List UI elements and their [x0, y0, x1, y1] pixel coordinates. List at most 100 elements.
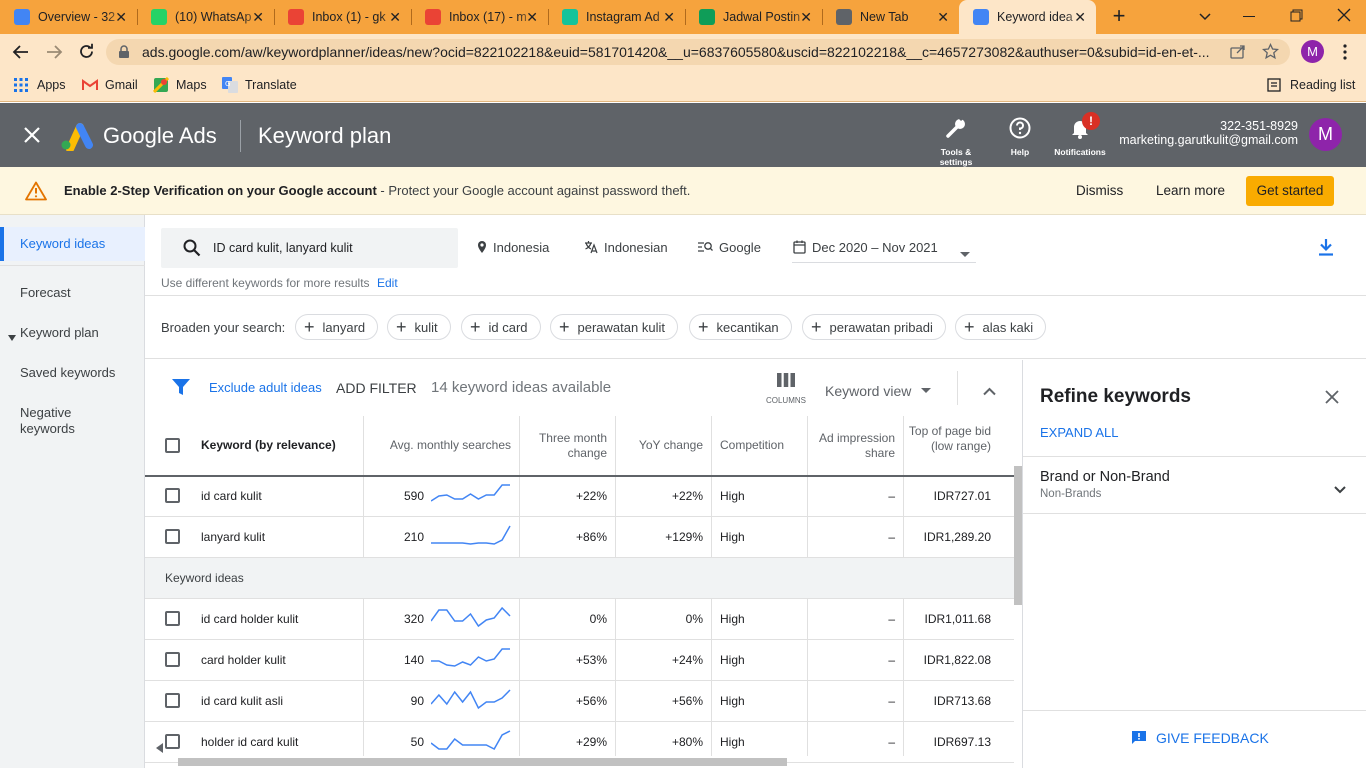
exclude-adult-filter[interactable]: Exclude adult ideas — [209, 380, 322, 395]
nav-keyword-plan[interactable]: Keyword plan — [0, 325, 145, 345]
tab-close-icon[interactable]: ✕ — [526, 9, 538, 25]
nav-negative-keywords[interactable]: Negative keywords — [0, 405, 145, 439]
row-checkbox[interactable] — [165, 693, 180, 708]
row-checkbox[interactable] — [165, 734, 180, 749]
header-three-month-change[interactable]: Three month change — [523, 431, 607, 461]
tab-close-icon[interactable]: ✕ — [115, 9, 127, 25]
language-selector[interactable]: Indonesian — [584, 240, 668, 258]
header-bottom-border — [145, 475, 1014, 477]
help-button[interactable]: Help — [1004, 117, 1036, 157]
broaden-chip[interactable]: + perawatan kulit — [550, 314, 678, 340]
share-icon[interactable] — [1230, 44, 1246, 60]
browser-tab[interactable]: Inbox (17) - m ✕ — [411, 0, 548, 34]
download-icon[interactable] — [1318, 238, 1334, 256]
trend-sparkline — [431, 689, 511, 710]
filter-icon[interactable] — [172, 379, 190, 396]
broaden-chip[interactable]: + id card — [461, 314, 541, 340]
scroll-left-icon[interactable] — [156, 740, 164, 753]
columns-button[interactable]: COLUMNS — [762, 373, 810, 407]
browser-menu-icon[interactable] — [1343, 44, 1347, 60]
header-yoy-change[interactable]: YoY change — [619, 438, 703, 453]
learn-more-button[interactable]: Learn more — [1156, 183, 1225, 198]
nav-keyword-ideas[interactable]: Keyword ideas — [0, 227, 145, 261]
back-icon[interactable] — [12, 44, 30, 60]
account-avatar[interactable]: M — [1309, 118, 1342, 151]
header-ad-impression-share[interactable]: Ad impression share — [811, 431, 895, 461]
keyword-cell: id card kulit asli — [201, 694, 284, 708]
plus-icon: + — [811, 317, 822, 337]
trend-sparkline — [431, 607, 511, 628]
browser-tab-strip: Overview - 32 ✕ (10) WhatsAp ✕ Inbox (1) - g… — [0, 0, 1366, 34]
row-divider — [145, 598, 1014, 599]
nav-forecast[interactable]: Forecast — [0, 285, 145, 305]
location-selector[interactable]: Indonesia — [477, 240, 549, 258]
bookmark-star-icon[interactable] — [1261, 42, 1280, 60]
date-range-selector[interactable]: Dec 2020 – Nov 2021 — [792, 232, 976, 263]
broaden-chip[interactable]: + perawatan pribadi — [802, 314, 946, 340]
bookmark-translate[interactable]: G Translate — [222, 76, 297, 94]
lock-icon[interactable] — [118, 45, 130, 59]
select-all-checkbox[interactable] — [165, 438, 180, 453]
tab-close-icon[interactable]: ✕ — [663, 9, 675, 25]
header-avg-monthly-searches[interactable]: Avg. monthly searches — [372, 438, 511, 453]
header-competition[interactable]: Competition — [720, 438, 804, 453]
bookmark-maps[interactable]: Maps — [152, 76, 207, 94]
broaden-chip[interactable]: + kulit — [387, 314, 451, 340]
tab-close-icon[interactable]: ✕ — [1074, 9, 1086, 25]
vertical-scrollbar[interactable] — [1014, 466, 1022, 605]
browser-tab[interactable]: Jadwal Postin ✕ — [685, 0, 822, 34]
brand-filter-group[interactable]: Brand or Non-Brand Non-Brands — [1023, 457, 1366, 513]
close-window-icon[interactable] — [1336, 7, 1352, 23]
new-tab-button[interactable]: + — [1108, 5, 1130, 28]
edit-keywords-link[interactable]: Edit — [377, 276, 398, 290]
browser-tab[interactable]: Overview - 32 ✕ — [0, 0, 137, 34]
browser-tab[interactable]: Keyword idea ✕ — [959, 0, 1096, 34]
browser-tab[interactable]: (10) WhatsAp ✕ — [137, 0, 274, 34]
add-filter-button[interactable]: ADD FILTER — [336, 380, 417, 396]
tab-search-icon[interactable] — [1197, 8, 1213, 24]
network-selector[interactable]: Google — [698, 240, 761, 258]
row-checkbox[interactable] — [165, 488, 180, 503]
dismiss-button[interactable]: Dismiss — [1076, 183, 1123, 198]
expand-all-button[interactable]: EXPAND ALL — [1040, 425, 1119, 440]
nav-saved-keywords[interactable]: Saved keywords — [0, 365, 145, 385]
bid-low-cell: IDR1,289.20 — [923, 530, 991, 544]
broaden-chip[interactable]: + kecantikan — [689, 314, 792, 340]
bookmark-gmail[interactable]: Gmail — [82, 76, 138, 94]
get-started-button[interactable]: Get started — [1246, 176, 1334, 206]
bookmark-apps[interactable]: Apps — [14, 76, 66, 94]
header-keyword[interactable]: Keyword (by relevance) — [201, 438, 336, 453]
row-checkbox[interactable] — [165, 652, 180, 667]
restore-icon[interactable] — [1290, 9, 1303, 22]
profile-avatar[interactable]: M — [1301, 40, 1324, 63]
tab-close-icon[interactable]: ✕ — [252, 9, 264, 25]
header-top-of-page-bid-low[interactable]: Top of page bid (low range) — [907, 424, 991, 454]
reload-icon[interactable] — [78, 43, 95, 60]
tools-settings-button[interactable]: Tools & settings — [936, 115, 976, 167]
give-feedback-button[interactable]: GIVE FEEDBACK — [1131, 730, 1269, 748]
tab-close-icon[interactable]: ✕ — [389, 9, 401, 25]
horizontal-scrollbar[interactable] — [178, 758, 787, 766]
tab-close-icon[interactable]: ✕ — [800, 9, 812, 25]
reading-list[interactable]: Reading list — [1267, 76, 1355, 94]
tab-close-icon[interactable]: ✕ — [937, 9, 949, 25]
broaden-chip[interactable]: + alas kaki — [955, 314, 1047, 340]
keyword-view-dropdown[interactable]: Keyword view — [825, 380, 932, 399]
forward-icon[interactable] — [45, 44, 63, 60]
address-bar[interactable]: ads.google.com/aw/keywordplanner/ideas/n… — [106, 39, 1290, 65]
close-refine-icon[interactable] — [1325, 390, 1339, 404]
broaden-chip[interactable]: + lanyard — [295, 314, 379, 340]
refine-panel: Refine keywords EXPAND ALL Brand or Non-… — [1022, 360, 1366, 768]
browser-tab[interactable]: Inbox (1) - gk ✕ — [274, 0, 411, 34]
keyword-search-box[interactable]: ID card kulit, lanyard kulit — [161, 228, 458, 268]
collapse-icon[interactable] — [983, 383, 996, 396]
trend-line — [431, 525, 511, 545]
close-icon[interactable] — [24, 127, 40, 143]
browser-tab[interactable]: New Tab ✕ — [822, 0, 959, 34]
row-checkbox[interactable] — [165, 611, 180, 626]
dropdown-arrow-icon — [960, 245, 970, 257]
minimize-icon[interactable] — [1243, 16, 1255, 17]
row-checkbox[interactable] — [165, 529, 180, 544]
browser-tab[interactable]: Instagram Ad ✕ — [548, 0, 685, 34]
header-divider — [240, 120, 241, 152]
